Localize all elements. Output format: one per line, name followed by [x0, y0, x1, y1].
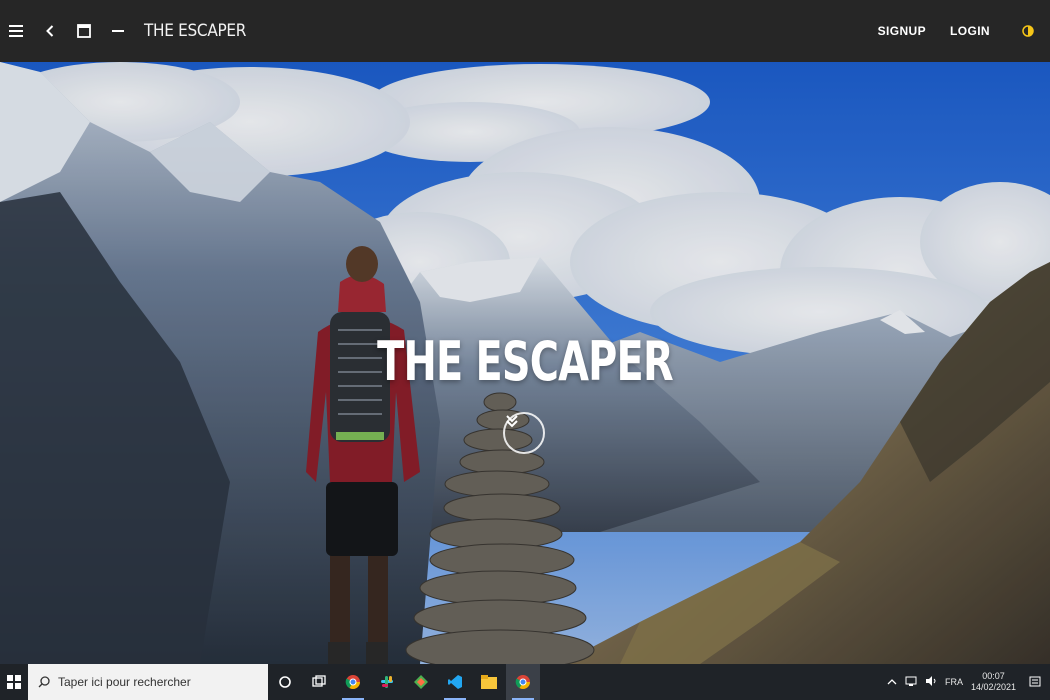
taskbar-search-box[interactable]: Taper ici pour rechercher: [28, 664, 268, 700]
navbar-right: SIGNUP LOGIN: [878, 17, 1050, 45]
system-tray: FRA 00:07 14/02/2021: [887, 664, 1050, 700]
theme-toggle-icon[interactable]: [1014, 17, 1042, 45]
hamburger-icon[interactable]: [2, 17, 30, 45]
browser-app: THE ESCAPER SIGNUP LOGIN THE ESCAPER Tap…: [0, 0, 1050, 700]
slack-icon[interactable]: [370, 664, 404, 700]
clock-date: 14/02/2021: [970, 682, 1016, 692]
search-placeholder: Taper ici pour rechercher: [58, 675, 191, 689]
scroll-down-button[interactable]: [503, 412, 545, 454]
top-navbar: THE ESCAPER SIGNUP LOGIN: [0, 0, 1050, 62]
chevron-up-icon[interactable]: [887, 677, 897, 687]
login-link[interactable]: LOGIN: [950, 24, 990, 38]
notification-icon[interactable]: [1024, 664, 1046, 700]
brand-logo[interactable]: THE ESCAPER: [144, 21, 246, 41]
hero-section: THE ESCAPER: [0, 62, 1050, 664]
taskbar-clock[interactable]: 00:07 14/02/2021: [971, 671, 1016, 693]
cortana-icon[interactable]: [268, 664, 302, 700]
clock-time: 00:07: [982, 671, 1005, 681]
language-indicator[interactable]: FRA: [945, 677, 963, 687]
signup-link[interactable]: SIGNUP: [878, 24, 926, 38]
hero-title: THE ESCAPER: [377, 330, 673, 393]
app-icon[interactable]: [404, 664, 438, 700]
windows-start-button[interactable]: [0, 664, 28, 700]
minus-icon[interactable]: [104, 17, 132, 45]
vscode-icon[interactable]: [438, 664, 472, 700]
file-explorer-icon[interactable]: [472, 664, 506, 700]
task-view-icon[interactable]: [302, 664, 336, 700]
volume-icon[interactable]: [925, 675, 937, 689]
windows-taskbar: Taper ici pour rechercher FRA 00:07 14/0…: [0, 664, 1050, 700]
window-icon[interactable]: [70, 17, 98, 45]
chrome-icon[interactable]: [506, 664, 540, 700]
search-icon: [38, 676, 50, 688]
network-icon[interactable]: [905, 675, 917, 689]
navbar-left: THE ESCAPER: [0, 17, 246, 45]
double-chevron-down-icon: [506, 415, 518, 428]
chrome-icon[interactable]: [336, 664, 370, 700]
back-button[interactable]: [36, 17, 64, 45]
